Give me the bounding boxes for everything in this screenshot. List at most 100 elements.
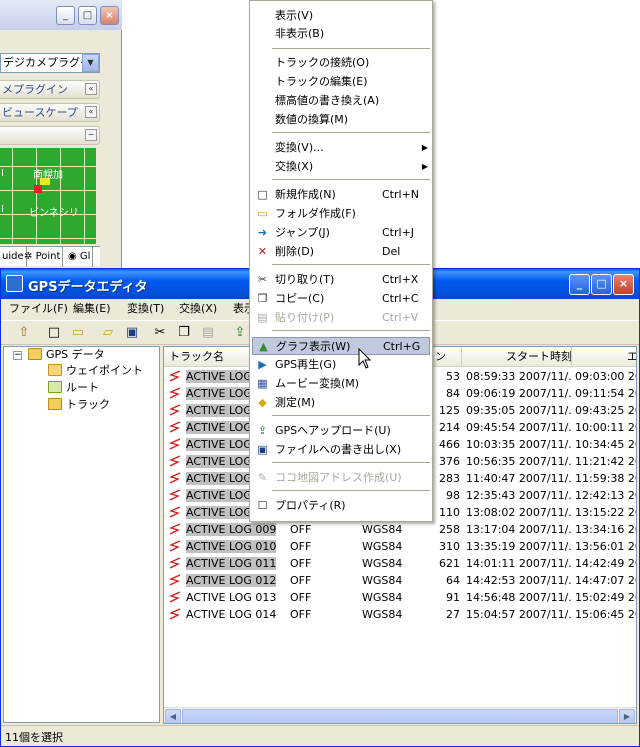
menu-item[interactable]: 表示(V): [252, 7, 430, 25]
cell-end-time: 09:11:54 200: [575, 385, 636, 402]
cell-point-count-text: 64: [446, 574, 460, 587]
close-button[interactable]: ×: [100, 6, 119, 25]
scroll-thumb[interactable]: [182, 709, 618, 723]
maximize-button[interactable]: □: [591, 274, 612, 295]
new-document-icon[interactable]: □: [45, 324, 63, 342]
cell-point-count-text: 125: [439, 404, 460, 417]
cell-start-time-text: 09:06:19 2007/11/...: [466, 387, 572, 400]
cell-track-name: ACTIVE LOG 013: [169, 589, 286, 606]
menu-item[interactable]: ▭ フォルダ作成(F): [252, 205, 430, 223]
menu-item[interactable]: ⇪ GPSへアップロード(U): [252, 422, 430, 440]
cell-end-time-text: 11:59:38 200: [575, 472, 636, 485]
scissors-icon[interactable]: ✂: [151, 324, 169, 342]
collapse-icon[interactable]: «: [85, 83, 97, 95]
panel-viewscape[interactable]: ビュースケープ «: [0, 103, 100, 122]
menu-file[interactable]: ファイル(F): [9, 301, 68, 317]
menu-item-shortcut: Ctrl+V: [382, 311, 419, 324]
chevron-down-icon[interactable]: ▼: [82, 54, 99, 72]
menu-item[interactable]: ✕ 削除(D) Del: [252, 243, 430, 261]
copy-icon: ❐: [257, 292, 268, 305]
menu-item[interactable]: ▶ GPS再生(G): [252, 356, 430, 374]
table-row[interactable]: ACTIVE LOG 011 OFF WGS84 621 14:01:11 2007/1…: [164, 555, 636, 572]
tab-globe-label: Gl: [79, 251, 91, 262]
scroll-right-icon[interactable]: ▶: [619, 709, 635, 723]
tree-item-track[interactable]: トラック: [48, 397, 110, 413]
panel-map[interactable]: −: [0, 126, 100, 145]
map-view[interactable]: 南幌加 ビンネシリ I I: [0, 148, 96, 244]
data-tree[interactable]: − GPS データ ウェイポイント ルート トラック: [3, 346, 160, 723]
cell-point-count: 98: [430, 487, 460, 504]
cell-display-text: OFF: [290, 608, 312, 621]
menu-item[interactable]: 標高値の書き換え(A): [252, 92, 430, 110]
menu-convert[interactable]: 変換(T): [127, 301, 164, 317]
cell-datum-text: WGS84: [362, 523, 403, 536]
collapse-icon[interactable]: −: [85, 129, 97, 141]
horizontal-scrollbar[interactable]: ◀ ▶: [164, 707, 636, 723]
table-row[interactable]: ACTIVE LOG 013 OFF WGS84 91 14:56:48 2007/11…: [164, 589, 636, 606]
menu-item[interactable]: ▦ ムービー変換(M): [252, 375, 430, 393]
menu-item[interactable]: ◆ 測定(M): [252, 394, 430, 412]
table-row[interactable]: ACTIVE LOG 010 OFF WGS84 310 13:35:19 2007/1…: [164, 538, 636, 555]
menu-item[interactable]: トラックの接続(O): [252, 54, 430, 72]
maximize-button[interactable]: □: [78, 6, 97, 25]
scroll-left-icon[interactable]: ◀: [165, 709, 181, 723]
minimize-button[interactable]: _: [569, 274, 590, 295]
cell-track-name-text: ACTIVE LOG 013: [186, 591, 277, 604]
cell-start-time-text: 15:04:57 2007/11/...: [466, 608, 572, 621]
menu-item[interactable]: ▣ ファイルへの書き出し(X): [252, 441, 430, 459]
menu-edit[interactable]: 編集(E): [73, 301, 111, 317]
tree-root-gps-data[interactable]: GPS データ: [28, 347, 105, 363]
menu-item[interactable]: ☐ プロパティ(R): [252, 497, 430, 515]
menu-item[interactable]: ➜ ジャンプ(J) Ctrl+J: [252, 224, 430, 242]
track-icon: [169, 472, 181, 484]
tab-globe[interactable]: ◉ Gl: [66, 247, 94, 267]
minimize-button[interactable]: _: [56, 6, 75, 25]
menu-item[interactable]: ✂ 切り取り(T) Ctrl+X: [252, 271, 430, 289]
tree-item-route[interactable]: ルート: [48, 380, 99, 396]
paste-icon[interactable]: ▤: [199, 324, 217, 342]
cell-start-time-text: 11:40:47 2007/11/...: [466, 472, 572, 485]
panel-camera-plugin[interactable]: メプラグイン «: [0, 80, 100, 99]
menu-item[interactable]: 交換(X) ▶: [252, 158, 430, 176]
cell-point-count: 64: [430, 572, 460, 589]
cell-display: OFF: [290, 538, 356, 555]
table-row[interactable]: ACTIVE LOG 009 OFF WGS84 258 13:17:04 2007/1…: [164, 521, 636, 538]
upload-icon[interactable]: ⇪: [231, 324, 249, 342]
cell-end-time: 09:03:00 200: [575, 368, 636, 385]
menu-item[interactable]: ✎ ココ地図アドレス作成(U): [252, 469, 430, 487]
menu-item[interactable]: 数値の換算(M): [252, 111, 430, 129]
cell-datum: WGS84: [362, 589, 428, 606]
cell-point-count: 621: [430, 555, 460, 572]
cell-datum: WGS84: [362, 538, 428, 555]
menu-item-shortcut: Ctrl+G: [383, 340, 421, 353]
menu-item-label: グラフ表示(W): [276, 340, 351, 353]
menu-item[interactable]: 変換(V)... ▶: [252, 139, 430, 157]
tree-item-waypoint[interactable]: ウェイポイント: [48, 363, 143, 379]
cell-track-name-text: ACTIVE LOG 009: [186, 523, 277, 536]
menu-item-label: ムービー変換(M): [275, 377, 360, 390]
menu-item[interactable]: ▲ グラフ表示(W) Ctrl+G: [252, 337, 430, 355]
table-row[interactable]: ACTIVE LOG 012 OFF WGS84 64 14:42:53 2007/11…: [164, 572, 636, 589]
menu-item[interactable]: 非表示(B): [252, 25, 430, 43]
folder-icon[interactable]: ▭: [69, 324, 87, 342]
tab-point[interactable]: ✲ Point: [22, 247, 64, 267]
menu-exchange[interactable]: 交換(X): [179, 301, 217, 317]
collapse-toggle[interactable]: −: [13, 351, 22, 360]
column-header-start-time[interactable]: スタート時刻: [462, 347, 572, 367]
up-folder-icon[interactable]: ⇧: [15, 324, 33, 342]
menu-item[interactable]: □ 新規作成(N) Ctrl+N: [252, 186, 430, 204]
save-icon[interactable]: ▣: [123, 324, 141, 342]
collapse-icon[interactable]: «: [85, 106, 97, 118]
cell-track-name-text: ACTIVE LOG 012: [186, 574, 277, 587]
menu-item[interactable]: トラックの編集(E): [252, 73, 430, 91]
table-row[interactable]: ACTIVE LOG 014 OFF WGS84 27 15:04:57 2007/11…: [164, 606, 636, 623]
open-icon[interactable]: ▱: [99, 324, 117, 342]
column-header-end-time[interactable]: エ: [572, 347, 636, 367]
close-button[interactable]: ×: [613, 274, 634, 295]
column-header-count[interactable]: ン: [430, 347, 462, 367]
copy-icon[interactable]: ❐: [175, 324, 193, 342]
menu-item[interactable]: ▤ 貼り付け(P) Ctrl+V: [252, 309, 430, 327]
cell-end-time: 11:21:42 200: [575, 453, 636, 470]
menu-item[interactable]: ❐ コピー(C) Ctrl+C: [252, 290, 430, 308]
cell-end-time-text: 09:03:00 200: [575, 370, 636, 383]
